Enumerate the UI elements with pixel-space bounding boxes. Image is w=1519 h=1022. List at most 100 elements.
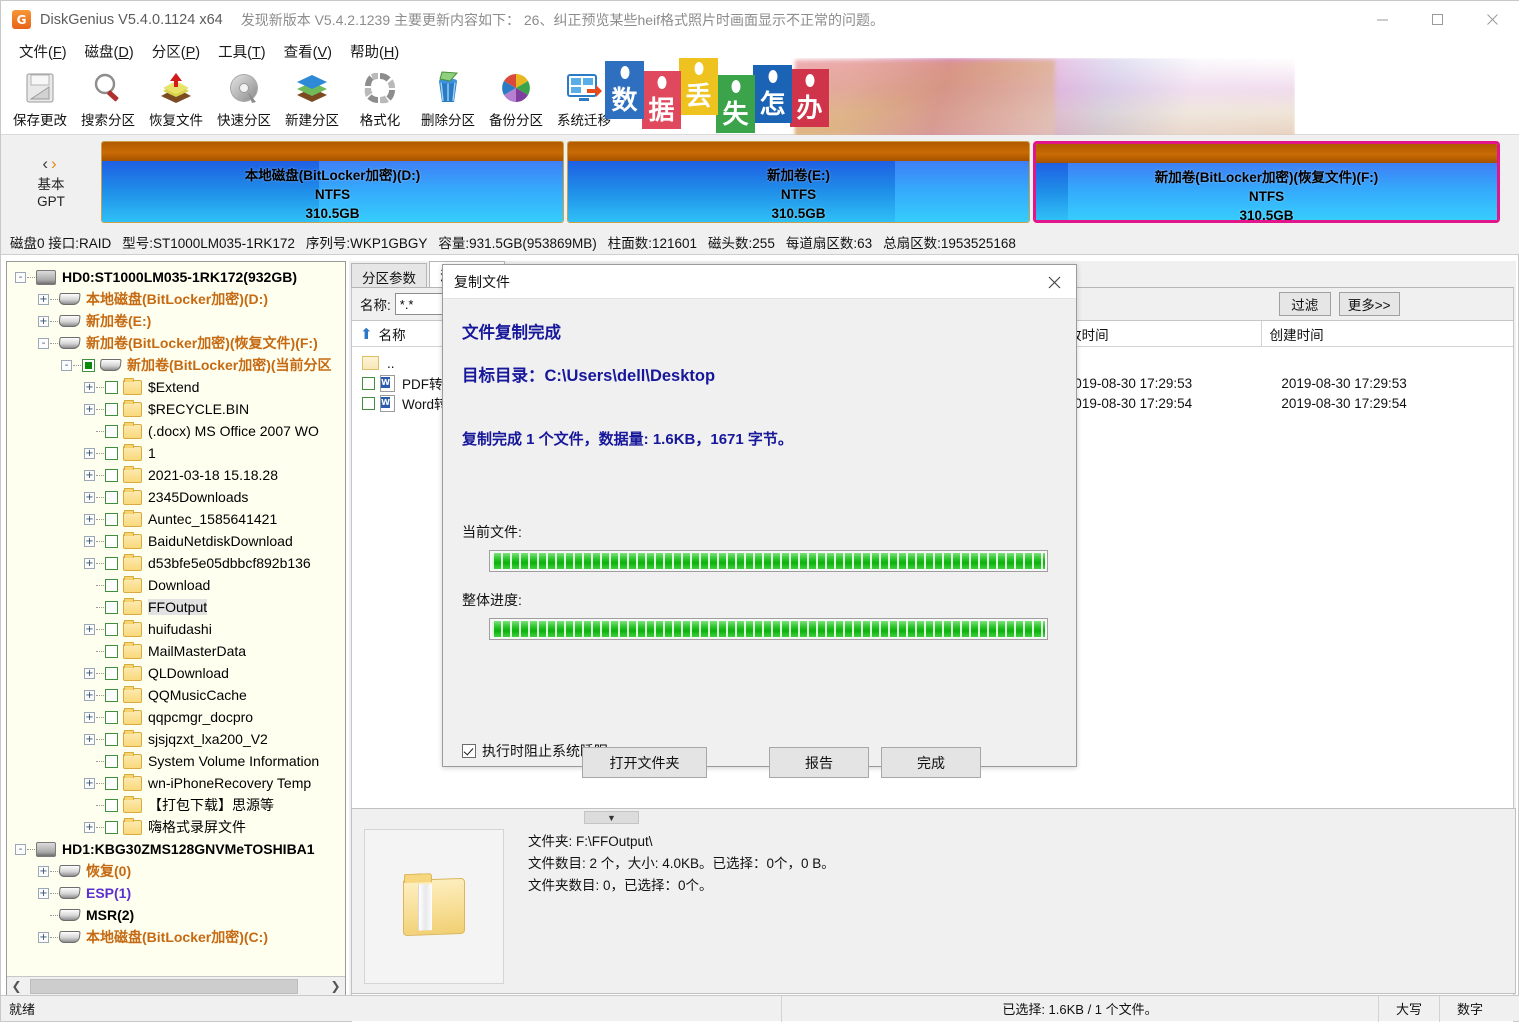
tree-expander-6[interactable]: + <box>84 404 95 415</box>
tree-item[interactable]: +Auntec_1585641421 <box>7 508 345 530</box>
tree-item[interactable]: +wn-iPhoneRecovery Temp <box>7 772 345 794</box>
tab-0[interactable]: 分区参数 <box>351 263 427 287</box>
tree-item[interactable]: -HD0:ST1000LM035-1RK172(932GB) <box>7 266 345 288</box>
sort-ascending-icon[interactable]: ⬆ <box>360 325 373 343</box>
more-button[interactable]: 更多>> <box>1339 292 1400 316</box>
tree-item[interactable]: 【打包下载】思源等 <box>7 794 345 816</box>
scroll-left-icon[interactable]: ❮ <box>7 979 26 993</box>
tree-item[interactable]: -新加卷(BitLocker加密)(恢复文件)(F:) <box>7 332 345 354</box>
tree-checkbox-8[interactable] <box>105 447 118 460</box>
report-button[interactable]: 报告 <box>769 747 869 778</box>
tree-checkbox-12[interactable] <box>105 535 118 548</box>
menu-item-1[interactable]: 磁盘(D) <box>76 39 143 64</box>
tree-checkbox-13[interactable] <box>105 557 118 570</box>
tree-item[interactable]: +$Extend <box>7 376 345 398</box>
tree-item[interactable]: MSR(2) <box>7 904 345 926</box>
close-button[interactable] <box>1465 1 1519 38</box>
tree-item[interactable]: +恢复(0) <box>7 860 345 882</box>
scroll-thumb[interactable] <box>30 979 298 994</box>
tree-expander-0[interactable]: - <box>15 272 26 283</box>
menu-item-5[interactable]: 帮助(H) <box>341 39 408 64</box>
tree-expander-21[interactable]: + <box>84 734 95 745</box>
dialog-close-button[interactable] <box>1032 265 1076 299</box>
tree-expander-28[interactable]: + <box>38 888 49 899</box>
tree-checkbox-10[interactable] <box>105 491 118 504</box>
toolbar-button-2[interactable]: 恢复文件 <box>142 64 210 132</box>
tree-expander-16[interactable]: + <box>84 624 95 635</box>
tree-checkbox-15[interactable] <box>105 601 118 614</box>
next-disk-icon[interactable]: › <box>51 154 60 173</box>
tree-item[interactable]: +2021-03-18 15.18.28 <box>7 464 345 486</box>
tree-item[interactable]: +BaiduNetdiskDownload <box>7 530 345 552</box>
tree-item[interactable]: +d53bfe5e05dbbcf892b136 <box>7 552 345 574</box>
tree-expander-23[interactable]: + <box>84 778 95 789</box>
tree-checkbox-7[interactable] <box>105 425 118 438</box>
tree-expander-20[interactable]: + <box>84 712 95 723</box>
partition-block-1[interactable]: 新加卷(E:)NTFS310.5GB <box>567 141 1030 223</box>
scroll-right-icon[interactable]: ❯ <box>326 979 345 993</box>
collapse-preview-button[interactable]: ▼ <box>584 811 639 824</box>
tree-expander-1[interactable]: + <box>38 294 49 305</box>
tree-item[interactable]: +sjsjqzxt_lxa200_V2 <box>7 728 345 750</box>
tree-checkbox-4[interactable] <box>82 359 95 372</box>
tree-item[interactable]: MailMasterData <box>7 640 345 662</box>
tree-expander-26[interactable]: - <box>15 844 26 855</box>
promo-banner[interactable]: 数据丢失怎办 <box>605 58 1295 136</box>
tree-item[interactable]: +QQMusicCache <box>7 684 345 706</box>
partition-block-0[interactable]: 本地磁盘(BitLocker加密)(D:)NTFS310.5GB <box>101 141 564 223</box>
tree-expander-3[interactable]: - <box>38 338 49 349</box>
tree-expander-2[interactable]: + <box>38 316 49 327</box>
menu-item-0[interactable]: 文件(F) <box>10 39 76 64</box>
tree-expander-9[interactable]: + <box>84 470 95 481</box>
tree-checkbox-22[interactable] <box>105 755 118 768</box>
tree-checkbox-20[interactable] <box>105 711 118 724</box>
tree-checkbox-25[interactable] <box>105 821 118 834</box>
finish-button[interactable]: 完成 <box>881 747 981 778</box>
tree-checkbox-23[interactable] <box>105 777 118 790</box>
tree-expander-30[interactable]: + <box>38 932 49 943</box>
disk-tree-panel[interactable]: -HD0:ST1000LM035-1RK172(932GB)+本地磁盘(BitL… <box>6 261 346 996</box>
tree-item[interactable]: (.docx) MS Office 2007 WO <box>7 420 345 442</box>
tree-item[interactable]: +1 <box>7 442 345 464</box>
tree-checkbox-11[interactable] <box>105 513 118 526</box>
tree-item[interactable]: +QLDownload <box>7 662 345 684</box>
tree-expander-10[interactable]: + <box>84 492 95 503</box>
tree-expander-27[interactable]: + <box>38 866 49 877</box>
maximize-button[interactable] <box>1410 1 1465 38</box>
tree-item[interactable]: +$RECYCLE.BIN <box>7 398 345 420</box>
tree-checkbox-6[interactable] <box>105 403 118 416</box>
tree-item[interactable]: +嗨格式录屏文件 <box>7 816 345 838</box>
file-checkbox-1[interactable] <box>362 377 375 390</box>
toolbar-button-0[interactable]: 保存更改 <box>6 64 74 132</box>
tree-item[interactable]: -HD1:KBG30ZMS128GNVMeTOSHIBA1 <box>7 838 345 860</box>
menu-item-4[interactable]: 查看(V) <box>275 39 341 64</box>
tree-checkbox-24[interactable] <box>105 799 118 812</box>
toolbar-button-6[interactable]: 删除分区 <box>414 64 482 132</box>
tree-expander-11[interactable]: + <box>84 514 95 525</box>
tree-checkbox-21[interactable] <box>105 733 118 746</box>
tree-item[interactable]: +本地磁盘(BitLocker加密)(D:) <box>7 288 345 310</box>
tree-item[interactable]: +新加卷(E:) <box>7 310 345 332</box>
tree-expander-25[interactable]: + <box>84 822 95 833</box>
tree-checkbox-9[interactable] <box>105 469 118 482</box>
tree-expander-8[interactable]: + <box>84 448 95 459</box>
tree-item[interactable]: +本地磁盘(BitLocker加密)(C:) <box>7 926 345 948</box>
minimize-button[interactable] <box>1355 1 1410 38</box>
tree-checkbox-14[interactable] <box>105 579 118 592</box>
tree-item[interactable]: +qqpcmgr_docpro <box>7 706 345 728</box>
tree-checkbox-16[interactable] <box>105 623 118 636</box>
tree-item[interactable]: +huifudashi <box>7 618 345 640</box>
toolbar-button-1[interactable]: 搜索分区 <box>74 64 142 132</box>
tree-expander-18[interactable]: + <box>84 668 95 679</box>
toolbar-button-5[interactable]: 格式化 <box>346 64 414 132</box>
toolbar-button-4[interactable]: 新建分区 <box>278 64 346 132</box>
partition-block-2[interactable]: 新加卷(BitLocker加密)(恢复文件)(F:)NTFS310.5GB <box>1033 141 1500 223</box>
tree-item[interactable]: Download <box>7 574 345 596</box>
toolbar-button-3[interactable]: 快速分区 <box>210 64 278 132</box>
toolbar-button-7[interactable]: 备份分区 <box>482 64 550 132</box>
tree-item[interactable]: +ESP(1) <box>7 882 345 904</box>
filter-button[interactable]: 过滤 <box>1279 292 1331 316</box>
tree-checkbox-17[interactable] <box>105 645 118 658</box>
tree-item[interactable]: -新加卷(BitLocker加密)(当前分区 <box>7 354 345 376</box>
disk-nav-arrows[interactable]: ‹› <box>42 154 59 174</box>
